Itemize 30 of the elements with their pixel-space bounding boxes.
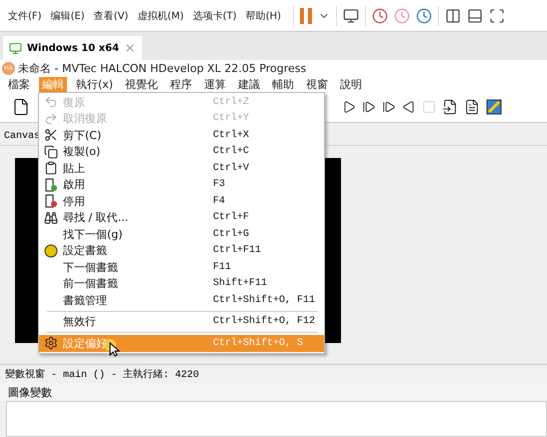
window-title: 未命名 - MVTec HALCON HDevelop XL 22.05 Progress	[18, 60, 306, 76]
vm-tab[interactable]: Windows 10 x64	[3, 36, 142, 60]
menu-item[interactable]: 编辑(E)	[50, 8, 85, 22]
menu-option[interactable]: 書籤管理 Ctrl+Shift+O, F11	[39, 292, 324, 308]
menu-item[interactable]: 帮助(H)	[246, 8, 282, 22]
menu-option[interactable]: 找下一個(g) Ctrl+G	[39, 226, 324, 242]
menu-item[interactable]: 檔案	[5, 76, 33, 92]
menu-option[interactable]: 啟用 F3	[39, 176, 324, 193]
menu-option[interactable]: 前一個書籤 Shift+F11	[39, 276, 324, 292]
menu-option[interactable]: 貼上 Ctrl+V	[39, 160, 324, 176]
menu-option[interactable]: 下一個書籤 F11	[39, 259, 324, 276]
menu-option[interactable]: 無效行 Ctrl+Shift+O, F12	[39, 314, 324, 330]
menu-item[interactable]: 輔助	[269, 76, 298, 92]
menu-item[interactable]: 虚拟机(M)	[137, 8, 184, 22]
menu-option[interactable]: 剪下(C) Ctrl+X	[39, 127, 324, 144]
menu-option[interactable]: 複製(o) Ctrl+C	[39, 144, 324, 160]
menu-item[interactable]: 運算	[201, 76, 230, 92]
menu-item[interactable]: 視窗	[303, 76, 332, 92]
menu-item[interactable]: 查看(V)	[94, 8, 128, 22]
menu-item[interactable]: 程序	[167, 76, 196, 92]
menu-item[interactable]: 文件(F)	[8, 8, 42, 22]
menu-item[interactable]: 視覺化	[122, 76, 162, 92]
menu-item[interactable]: 執行(x)	[73, 76, 116, 92]
panel-header: 圖像變數	[0, 383, 547, 401]
menu-option[interactable]: 停用 F4	[39, 193, 324, 210]
menu-option[interactable]: 設定書籤 Ctrl+F11	[39, 242, 324, 259]
menu-item[interactable]: 建議	[235, 76, 264, 92]
menu-item[interactable]: 說明	[337, 76, 366, 92]
menu-item[interactable]: 选项卡(T)	[192, 8, 237, 22]
menu-option[interactable]: 尋找 / 取代... Ctrl+F	[39, 210, 324, 226]
